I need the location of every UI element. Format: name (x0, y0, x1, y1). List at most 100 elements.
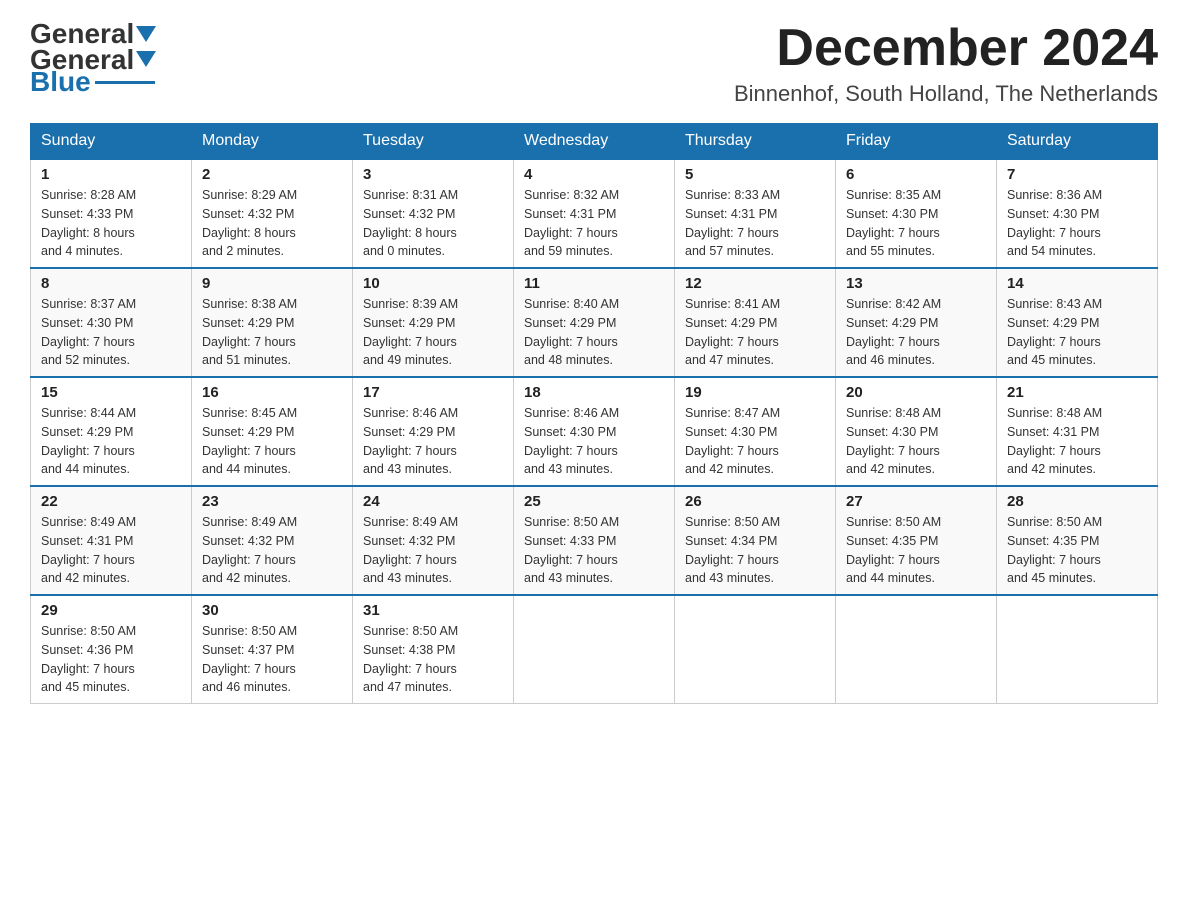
day-info: Sunrise: 8:39 AMSunset: 4:29 PMDaylight:… (363, 295, 503, 370)
day-cell-2-0: 15 Sunrise: 8:44 AMSunset: 4:29 PMDaylig… (31, 377, 192, 486)
month-title: December 2024 (734, 20, 1158, 77)
day-cell-3-6: 28 Sunrise: 8:50 AMSunset: 4:35 PMDaylig… (997, 486, 1158, 595)
day-info: Sunrise: 8:50 AMSunset: 4:36 PMDaylight:… (41, 622, 181, 697)
day-info: Sunrise: 8:40 AMSunset: 4:29 PMDaylight:… (524, 295, 664, 370)
day-number: 17 (363, 384, 503, 401)
weekday-header-row: Sunday Monday Tuesday Wednesday Thursday… (31, 124, 1158, 160)
day-cell-1-6: 14 Sunrise: 8:43 AMSunset: 4:29 PMDaylig… (997, 268, 1158, 377)
day-number: 14 (1007, 275, 1147, 292)
day-info: Sunrise: 8:28 AMSunset: 4:33 PMDaylight:… (41, 186, 181, 261)
day-number: 6 (846, 166, 986, 183)
day-cell-3-0: 22 Sunrise: 8:49 AMSunset: 4:31 PMDaylig… (31, 486, 192, 595)
day-cell-4-5 (836, 595, 997, 704)
day-number: 25 (524, 493, 664, 510)
day-info: Sunrise: 8:49 AMSunset: 4:32 PMDaylight:… (363, 513, 503, 588)
day-number: 5 (685, 166, 825, 183)
day-cell-1-4: 12 Sunrise: 8:41 AMSunset: 4:29 PMDaylig… (675, 268, 836, 377)
day-number: 3 (363, 166, 503, 183)
day-cell-0-3: 4 Sunrise: 8:32 AMSunset: 4:31 PMDayligh… (514, 159, 675, 268)
day-cell-2-3: 18 Sunrise: 8:46 AMSunset: 4:30 PMDaylig… (514, 377, 675, 486)
header-sunday: Sunday (31, 124, 192, 160)
day-cell-0-0: 1 Sunrise: 8:28 AMSunset: 4:33 PMDayligh… (31, 159, 192, 268)
day-cell-3-4: 26 Sunrise: 8:50 AMSunset: 4:34 PMDaylig… (675, 486, 836, 595)
day-cell-4-2: 31 Sunrise: 8:50 AMSunset: 4:38 PMDaylig… (353, 595, 514, 704)
day-number: 21 (1007, 384, 1147, 401)
day-info: Sunrise: 8:42 AMSunset: 4:29 PMDaylight:… (846, 295, 986, 370)
day-cell-4-6 (997, 595, 1158, 704)
day-cell-0-1: 2 Sunrise: 8:29 AMSunset: 4:32 PMDayligh… (192, 159, 353, 268)
day-cell-1-2: 10 Sunrise: 8:39 AMSunset: 4:29 PMDaylig… (353, 268, 514, 377)
day-number: 26 (685, 493, 825, 510)
title-block: December 2024 Binnenhof, South Holland, … (734, 20, 1158, 107)
day-info: Sunrise: 8:50 AMSunset: 4:35 PMDaylight:… (846, 513, 986, 588)
day-number: 7 (1007, 166, 1147, 183)
header-thursday: Thursday (675, 124, 836, 160)
day-number: 19 (685, 384, 825, 401)
day-number: 12 (685, 275, 825, 292)
day-number: 22 (41, 493, 181, 510)
day-number: 4 (524, 166, 664, 183)
logo-triangle-icon2 (136, 51, 156, 67)
day-info: Sunrise: 8:50 AMSunset: 4:38 PMDaylight:… (363, 622, 503, 697)
day-cell-3-1: 23 Sunrise: 8:49 AMSunset: 4:32 PMDaylig… (192, 486, 353, 595)
day-cell-0-6: 7 Sunrise: 8:36 AMSunset: 4:30 PMDayligh… (997, 159, 1158, 268)
day-number: 23 (202, 493, 342, 510)
day-number: 27 (846, 493, 986, 510)
header-monday: Monday (192, 124, 353, 160)
day-number: 24 (363, 493, 503, 510)
week-row-1: 1 Sunrise: 8:28 AMSunset: 4:33 PMDayligh… (31, 159, 1158, 268)
day-number: 13 (846, 275, 986, 292)
day-info: Sunrise: 8:46 AMSunset: 4:30 PMDaylight:… (524, 404, 664, 479)
day-info: Sunrise: 8:50 AMSunset: 4:34 PMDaylight:… (685, 513, 825, 588)
day-number: 18 (524, 384, 664, 401)
day-cell-2-6: 21 Sunrise: 8:48 AMSunset: 4:31 PMDaylig… (997, 377, 1158, 486)
day-cell-4-3 (514, 595, 675, 704)
day-number: 31 (363, 602, 503, 619)
day-info: Sunrise: 8:44 AMSunset: 4:29 PMDaylight:… (41, 404, 181, 479)
day-cell-2-2: 17 Sunrise: 8:46 AMSunset: 4:29 PMDaylig… (353, 377, 514, 486)
day-number: 20 (846, 384, 986, 401)
day-info: Sunrise: 8:46 AMSunset: 4:29 PMDaylight:… (363, 404, 503, 479)
day-cell-1-3: 11 Sunrise: 8:40 AMSunset: 4:29 PMDaylig… (514, 268, 675, 377)
day-info: Sunrise: 8:36 AMSunset: 4:30 PMDaylight:… (1007, 186, 1147, 261)
day-cell-1-5: 13 Sunrise: 8:42 AMSunset: 4:29 PMDaylig… (836, 268, 997, 377)
day-info: Sunrise: 8:38 AMSunset: 4:29 PMDaylight:… (202, 295, 342, 370)
day-info: Sunrise: 8:50 AMSunset: 4:33 PMDaylight:… (524, 513, 664, 588)
day-info: Sunrise: 8:41 AMSunset: 4:29 PMDaylight:… (685, 295, 825, 370)
day-cell-2-4: 19 Sunrise: 8:47 AMSunset: 4:30 PMDaylig… (675, 377, 836, 486)
day-info: Sunrise: 8:29 AMSunset: 4:32 PMDaylight:… (202, 186, 342, 261)
day-info: Sunrise: 8:47 AMSunset: 4:30 PMDaylight:… (685, 404, 825, 479)
day-number: 2 (202, 166, 342, 183)
day-number: 10 (363, 275, 503, 292)
day-number: 8 (41, 275, 181, 292)
logo-triangle-icon (136, 26, 156, 42)
day-info: Sunrise: 8:33 AMSunset: 4:31 PMDaylight:… (685, 186, 825, 261)
day-cell-4-1: 30 Sunrise: 8:50 AMSunset: 4:37 PMDaylig… (192, 595, 353, 704)
day-cell-3-5: 27 Sunrise: 8:50 AMSunset: 4:35 PMDaylig… (836, 486, 997, 595)
day-cell-0-4: 5 Sunrise: 8:33 AMSunset: 4:31 PMDayligh… (675, 159, 836, 268)
day-info: Sunrise: 8:32 AMSunset: 4:31 PMDaylight:… (524, 186, 664, 261)
week-row-5: 29 Sunrise: 8:50 AMSunset: 4:36 PMDaylig… (31, 595, 1158, 704)
day-cell-0-5: 6 Sunrise: 8:35 AMSunset: 4:30 PMDayligh… (836, 159, 997, 268)
logo: General General Blue (30, 20, 158, 98)
day-cell-0-2: 3 Sunrise: 8:31 AMSunset: 4:32 PMDayligh… (353, 159, 514, 268)
day-cell-3-2: 24 Sunrise: 8:49 AMSunset: 4:32 PMDaylig… (353, 486, 514, 595)
page-header: General General Blue December 2024 Binne… (30, 20, 1158, 107)
week-row-2: 8 Sunrise: 8:37 AMSunset: 4:30 PMDayligh… (31, 268, 1158, 377)
day-info: Sunrise: 8:48 AMSunset: 4:30 PMDaylight:… (846, 404, 986, 479)
header-tuesday: Tuesday (353, 124, 514, 160)
header-friday: Friday (836, 124, 997, 160)
week-row-3: 15 Sunrise: 8:44 AMSunset: 4:29 PMDaylig… (31, 377, 1158, 486)
day-cell-1-1: 9 Sunrise: 8:38 AMSunset: 4:29 PMDayligh… (192, 268, 353, 377)
day-number: 28 (1007, 493, 1147, 510)
day-cell-4-0: 29 Sunrise: 8:50 AMSunset: 4:36 PMDaylig… (31, 595, 192, 704)
day-info: Sunrise: 8:45 AMSunset: 4:29 PMDaylight:… (202, 404, 342, 479)
day-cell-1-0: 8 Sunrise: 8:37 AMSunset: 4:30 PMDayligh… (31, 268, 192, 377)
week-row-4: 22 Sunrise: 8:49 AMSunset: 4:31 PMDaylig… (31, 486, 1158, 595)
calendar-table: Sunday Monday Tuesday Wednesday Thursday… (30, 123, 1158, 704)
day-number: 30 (202, 602, 342, 619)
header-wednesday: Wednesday (514, 124, 675, 160)
day-number: 15 (41, 384, 181, 401)
day-number: 29 (41, 602, 181, 619)
day-info: Sunrise: 8:49 AMSunset: 4:31 PMDaylight:… (41, 513, 181, 588)
